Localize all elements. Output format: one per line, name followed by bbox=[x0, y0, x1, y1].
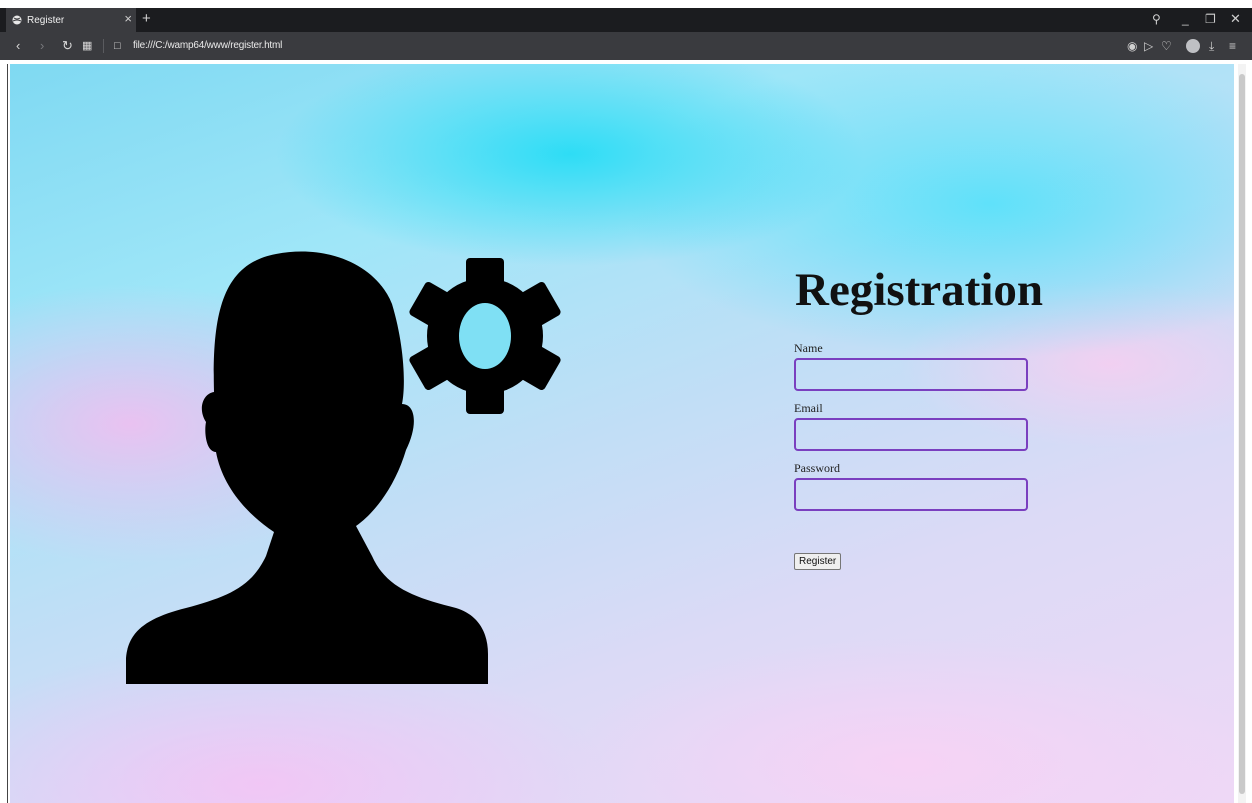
play-icon[interactable]: ▷ bbox=[1144, 38, 1153, 54]
scrollbar-thumb[interactable] bbox=[1239, 74, 1245, 794]
heart-icon[interactable]: ♡ bbox=[1161, 38, 1172, 54]
avatar-icon[interactable] bbox=[1186, 39, 1200, 53]
new-tab-button[interactable]: + bbox=[142, 11, 151, 27]
tab-title: Register bbox=[27, 14, 65, 26]
forward-icon[interactable]: › bbox=[40, 38, 44, 54]
page-viewport: Registration Name Email Password Registe… bbox=[10, 64, 1234, 803]
globe-icon bbox=[12, 15, 22, 25]
window-left-edge bbox=[0, 60, 10, 803]
user-settings-illustration bbox=[126, 251, 561, 684]
address-bar: ‹ › ↻ ▦ □ file:///C:/wamp64/www/register… bbox=[0, 32, 1252, 60]
browser-tab[interactable]: Register × bbox=[6, 8, 136, 32]
minimize-icon[interactable]: _ bbox=[1182, 11, 1189, 27]
reload-icon[interactable]: ↻ bbox=[62, 38, 73, 54]
password-field[interactable] bbox=[794, 478, 1028, 511]
tab-bar: Register × + ⚲ _ ❐ ✕ bbox=[0, 8, 1252, 32]
restore-icon[interactable]: ❐ bbox=[1205, 11, 1216, 27]
camera-icon[interactable]: ◉ bbox=[1127, 38, 1137, 54]
toolbar-divider bbox=[103, 39, 104, 53]
page-icon: □ bbox=[114, 40, 121, 52]
email-label: Email bbox=[794, 401, 823, 415]
gear-icon bbox=[409, 258, 561, 414]
window-top-edge bbox=[0, 0, 1252, 8]
search-icon[interactable]: ⚲ bbox=[1152, 11, 1161, 27]
name-label: Name bbox=[794, 341, 823, 355]
tab-close-icon[interactable]: × bbox=[124, 12, 132, 26]
menu-icon[interactable]: ≡ bbox=[1229, 38, 1236, 54]
url-field[interactable]: file:///C:/wamp64/www/register.html bbox=[133, 40, 282, 51]
name-field[interactable] bbox=[794, 358, 1028, 391]
register-button[interactable]: Register bbox=[794, 553, 842, 570]
window-border bbox=[7, 64, 8, 803]
registration-form: Registration Name Email Password Registe… bbox=[794, 264, 1094, 570]
password-label: Password bbox=[794, 461, 841, 475]
tab-grid-icon[interactable]: ▦ bbox=[82, 38, 92, 54]
page-title: Registration bbox=[795, 264, 1044, 316]
close-icon[interactable]: ✕ bbox=[1230, 11, 1241, 27]
back-icon[interactable]: ‹ bbox=[16, 38, 20, 54]
email-field[interactable] bbox=[794, 418, 1028, 451]
download-icon[interactable]: ⤓ bbox=[1209, 38, 1214, 54]
